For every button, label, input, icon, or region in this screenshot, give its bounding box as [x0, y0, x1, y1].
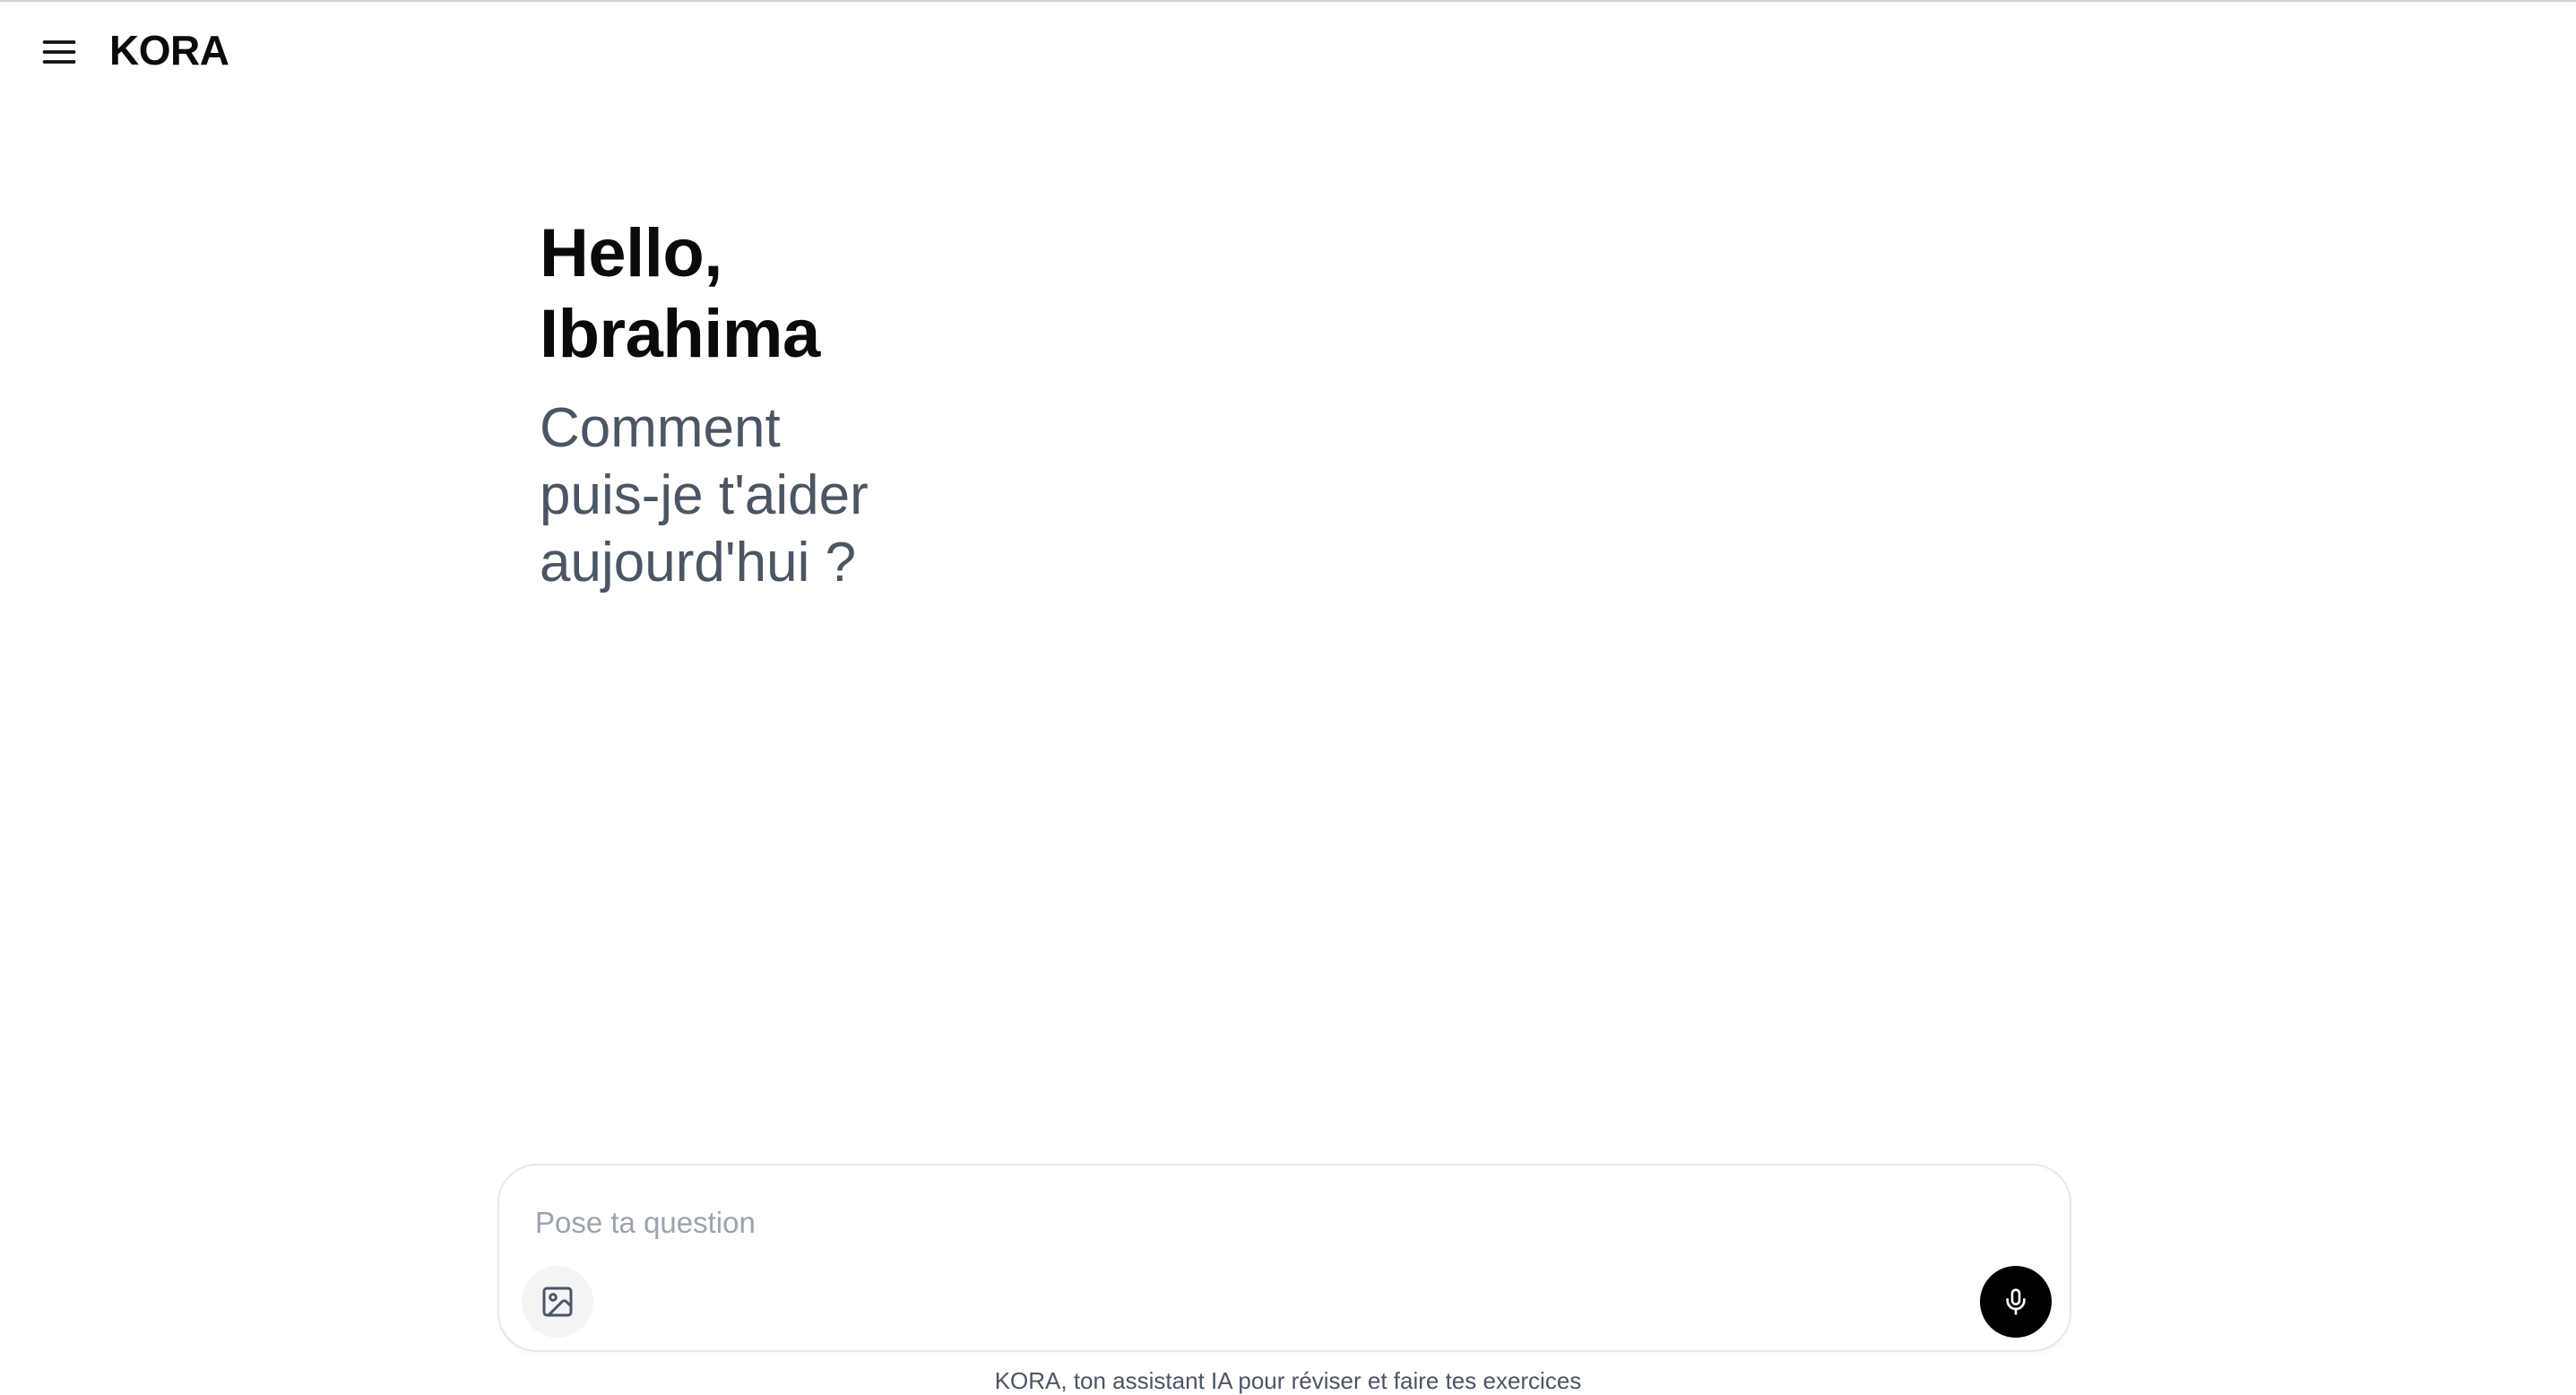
- hamburger-menu-icon: [42, 40, 76, 64]
- chat-composer: [497, 1164, 2071, 1352]
- greeting-hello: Hello,: [540, 215, 722, 291]
- menu-button[interactable]: [39, 32, 79, 72]
- attach-image-button[interactable]: [522, 1266, 593, 1338]
- greeting-title: Hello, Ibrahima: [540, 213, 1042, 375]
- footer-disclaimer: KORA, ton assistant IA pour réviser et f…: [994, 1367, 1582, 1394]
- greeting-subtitle-line: aujourd'hui ?: [540, 532, 857, 594]
- microphone-icon: [2006, 1288, 2026, 1315]
- image-icon: [542, 1287, 573, 1317]
- greeting-subtitle-line: Comment: [540, 397, 781, 459]
- greeting-subtitle-line: puis-je t'aider: [540, 464, 869, 526]
- voice-input-button[interactable]: [1980, 1266, 2052, 1338]
- greeting-user-name: Ibrahima: [540, 296, 820, 372]
- app-header: KORA: [0, 2, 2576, 100]
- greeting-subtitle: Comment puis-je t'aider aujourd'hui ?: [540, 394, 1042, 596]
- question-input[interactable]: [535, 1201, 2023, 1244]
- app-logo: KORA: [109, 27, 229, 74]
- greeting-section: Hello, Ibrahima Comment puis-je t'aider …: [540, 213, 1042, 596]
